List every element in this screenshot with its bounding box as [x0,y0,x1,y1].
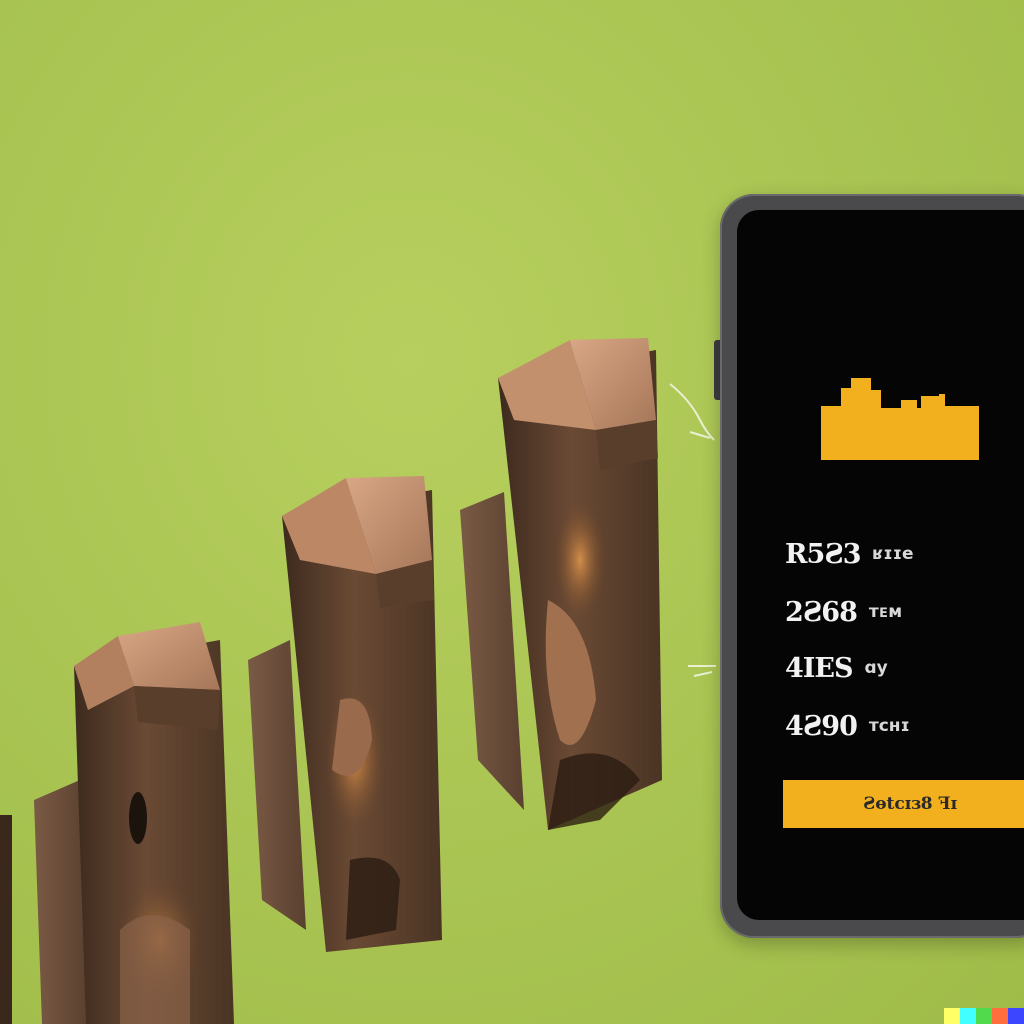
cta-button-label: Ƨɵtᴄɪɜ8 ꟻɪ [862,794,958,814]
stat-row-2: 2Ƨ68 ᴛᴇᴍ [785,594,1024,630]
stat-unit: ᴛᴄʜɪ [868,716,910,736]
stat-row-4: 4Ƨ90 ᴛᴄʜɪ [785,708,1024,744]
cta-button[interactable]: Ƨɵtᴄɪɜ8 ꟻɪ [783,780,1024,828]
wooden-block-edge [0,815,12,1024]
watermark-swatch-blue [1008,1008,1024,1024]
stat-row-3: 4IES ɑy [785,650,1024,686]
color-watermark [944,1008,1024,1024]
stat-row-1: R5Ƨ3 ʁɪɪe [785,536,1024,572]
sparkle-marks [669,383,716,677]
stat-value: 4IES [785,652,853,684]
scene: R5Ƨ3 ʁɪɪe 2Ƨ68 ᴛᴇᴍ 4IES ɑy 4Ƨ90 ᴛᴄʜɪ Ƨɵt… [0,0,1024,1024]
screen-chart-graphic [821,378,979,460]
wooden-block-3 [460,338,662,830]
watermark-swatch-cyan [960,1008,976,1024]
stat-unit: ɑy [864,658,888,678]
stat-value: 2Ƨ68 [785,596,858,628]
phone-screen: R5Ƨ3 ʁɪɪe 2Ƨ68 ᴛᴇᴍ 4IES ɑy 4Ƨ90 ᴛᴄʜɪ Ƨɵt… [737,210,1024,920]
wooden-block-2 [248,476,442,952]
watermark-swatch-orange [992,1008,1008,1024]
stat-value: 4Ƨ90 [785,710,858,742]
stat-unit: ᴛᴇᴍ [868,602,903,622]
stat-value: R5Ƨ3 [785,538,862,570]
stat-unit: ʁɪɪe [872,544,914,564]
watermark-swatch-yellow [944,1008,960,1024]
watermark-swatch-green [976,1008,992,1024]
wooden-block-1 [34,622,234,1024]
